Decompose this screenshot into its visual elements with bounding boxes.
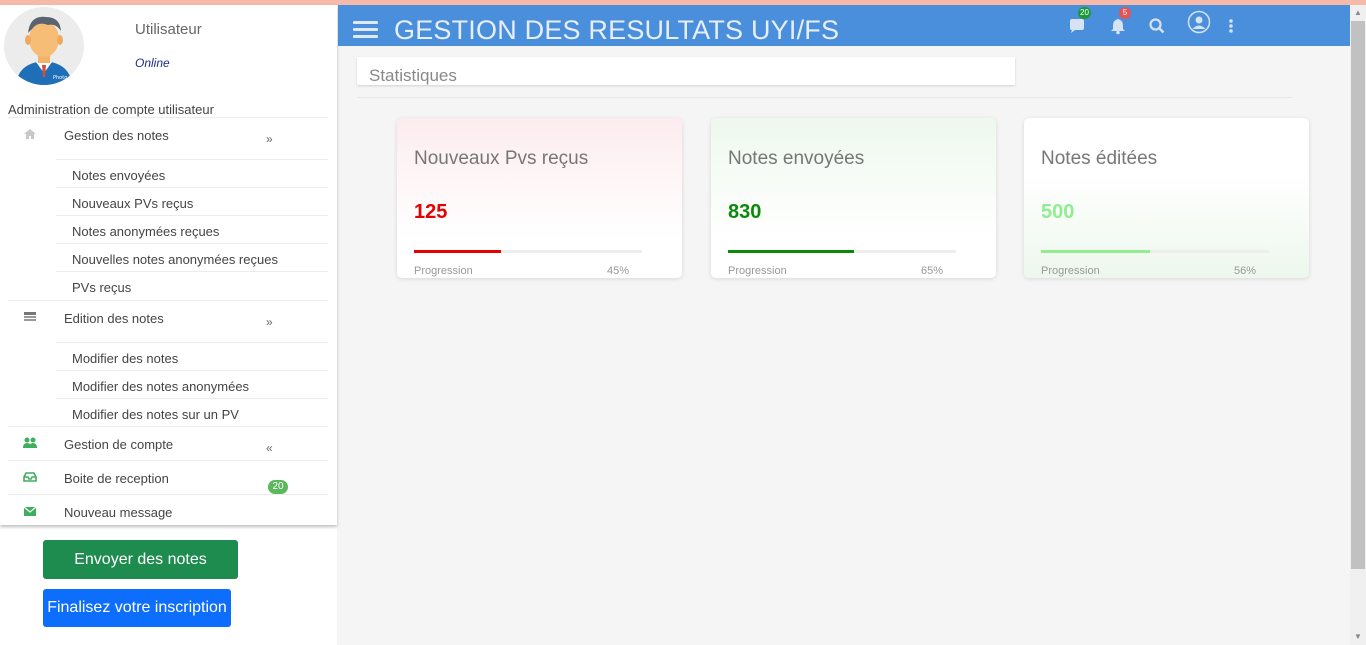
submenu-label: Modifier des notes [72,351,178,366]
card-value: 830 [728,201,761,224]
stat-card-nouveaux-pvs: Nouveaux Pvs reçus 125 Progression 45% [397,118,682,278]
user-status: Online [135,56,170,70]
progress-percent: 56% [1234,265,1256,277]
search-icon[interactable] [1148,17,1166,35]
bell-icon[interactable] [1109,17,1127,35]
admin-section-title: Administration de compte utilisateur [8,102,214,117]
menu-gestion-de-compte[interactable]: Gestion de compte « [8,426,328,459]
progress-percent: 65% [921,265,943,277]
submenu-nouvelles-notes-anonymees[interactable]: Nouvelles notes anonymées reçues [56,243,328,271]
chevron-double-down-icon[interactable]: » [266,132,273,146]
envelope-icon [22,504,38,518]
submenu-nouveaux-pvs[interactable]: Nouveaux PVs reçus [56,187,328,215]
submenu-modifier-notes[interactable]: Modifier des notes [56,342,328,370]
progress-label: Progression [728,265,787,277]
menu-label: Gestion des notes [64,128,169,143]
home-icon [22,127,38,141]
submenu-label: PVs reçus [72,280,131,295]
statistics-header: Statistiques [357,57,1015,85]
submenu-label: Notes envoyées [72,168,165,183]
menu-label: Edition des notes [64,311,164,326]
statistics-title: Statistiques [369,66,457,86]
submenu-label: Nouveaux PVs reçus [72,196,193,211]
user-profile: Photo Utilisateur Online [0,5,337,85]
scroll-down-icon[interactable]: ▼ [1354,632,1362,641]
send-notes-button[interactable]: Envoyer des notes [43,540,238,579]
messages-badge: 20 [1078,7,1091,19]
sidebar-panel: Photo Utilisateur Online Administration … [0,5,337,525]
page-scrollbar[interactable]: ▲ ▼ [1350,5,1366,645]
submenu-label: Nouvelles notes anonymées reçues [72,252,278,267]
menu-boite-de-reception[interactable]: Boite de reception 20 [8,460,328,493]
chat-icon[interactable] [1068,17,1086,35]
submenu-label: Modifier des notes anonymées [72,379,249,394]
users-icon [22,436,38,450]
progress-fill [1041,250,1150,253]
progress-label: Progression [1041,265,1100,277]
progress-percent: 45% [607,265,629,277]
menu-label: Boite de reception [64,471,169,486]
progress-label: Progression [414,265,473,277]
notifications-badge: 5 [1119,7,1131,19]
submenu-label: Modifier des notes sur un PV [72,407,239,422]
menu-nouveau-message[interactable]: Nouveau message [8,494,328,525]
card-title: Nouveaux Pvs reçus [414,148,588,170]
progress-fill [414,250,501,253]
chevron-double-down-icon[interactable]: » [266,315,273,329]
user-avatar-icon[interactable]: Photo [4,7,84,85]
submenu-label: Notes anonymées reçues [72,224,219,239]
more-vertical-icon[interactable] [1227,17,1235,35]
inbox-count-badge: 20 [268,480,288,494]
card-title: Notes envoyées [728,148,864,170]
card-value: 500 [1041,201,1074,224]
submenu-modifier-notes-pv[interactable]: Modifier des notes sur un PV [56,398,328,426]
submenu-pvs-recus[interactable]: PVs reçus [56,271,328,299]
scrollbar-thumb[interactable] [1351,21,1365,569]
progress-bar [414,250,642,253]
card-title: Notes éditées [1041,148,1157,170]
progress-bar [728,250,956,253]
list-icon [22,310,38,324]
svg-text:Photo: Photo [53,75,67,81]
user-name: Utilisateur [135,21,202,38]
scroll-up-icon[interactable]: ▲ [1354,8,1362,17]
stat-card-notes-editees: Notes éditées 500 Progression 56% [1024,118,1309,278]
submenu-notes-envoyees[interactable]: Notes envoyées [56,159,328,187]
hamburger-menu-icon[interactable] [353,21,378,38]
progress-fill [728,250,854,253]
inbox-icon [22,470,38,484]
sidebar: Photo Utilisateur Online Administration … [0,5,337,645]
menu-gestion-des-notes[interactable]: Gestion des notes » [8,117,328,150]
card-value: 125 [414,201,447,224]
user-account-icon[interactable] [1187,10,1211,34]
progress-bar [1041,250,1269,253]
divider [357,97,1292,98]
submenu-notes-anonymees[interactable]: Notes anonymées reçues [56,215,328,243]
menu-label: Nouveau message [64,505,172,520]
submenu-modifier-notes-anonymees[interactable]: Modifier des notes anonymées [56,370,328,398]
top-header: GESTION DES RESULTATS UYI/FS 20 5 [338,5,1350,46]
app-title: GESTION DES RESULTATS UYI/FS [394,15,839,46]
finalize-registration-button[interactable]: Finalisez votre inscription [43,589,231,627]
stat-card-notes-envoyees: Notes envoyées 830 Progression 65% [711,118,996,278]
menu-edition-des-notes[interactable]: Edition des notes » [8,300,328,333]
chevron-double-left-icon[interactable]: « [266,441,273,455]
menu-label: Gestion de compte [64,437,173,452]
